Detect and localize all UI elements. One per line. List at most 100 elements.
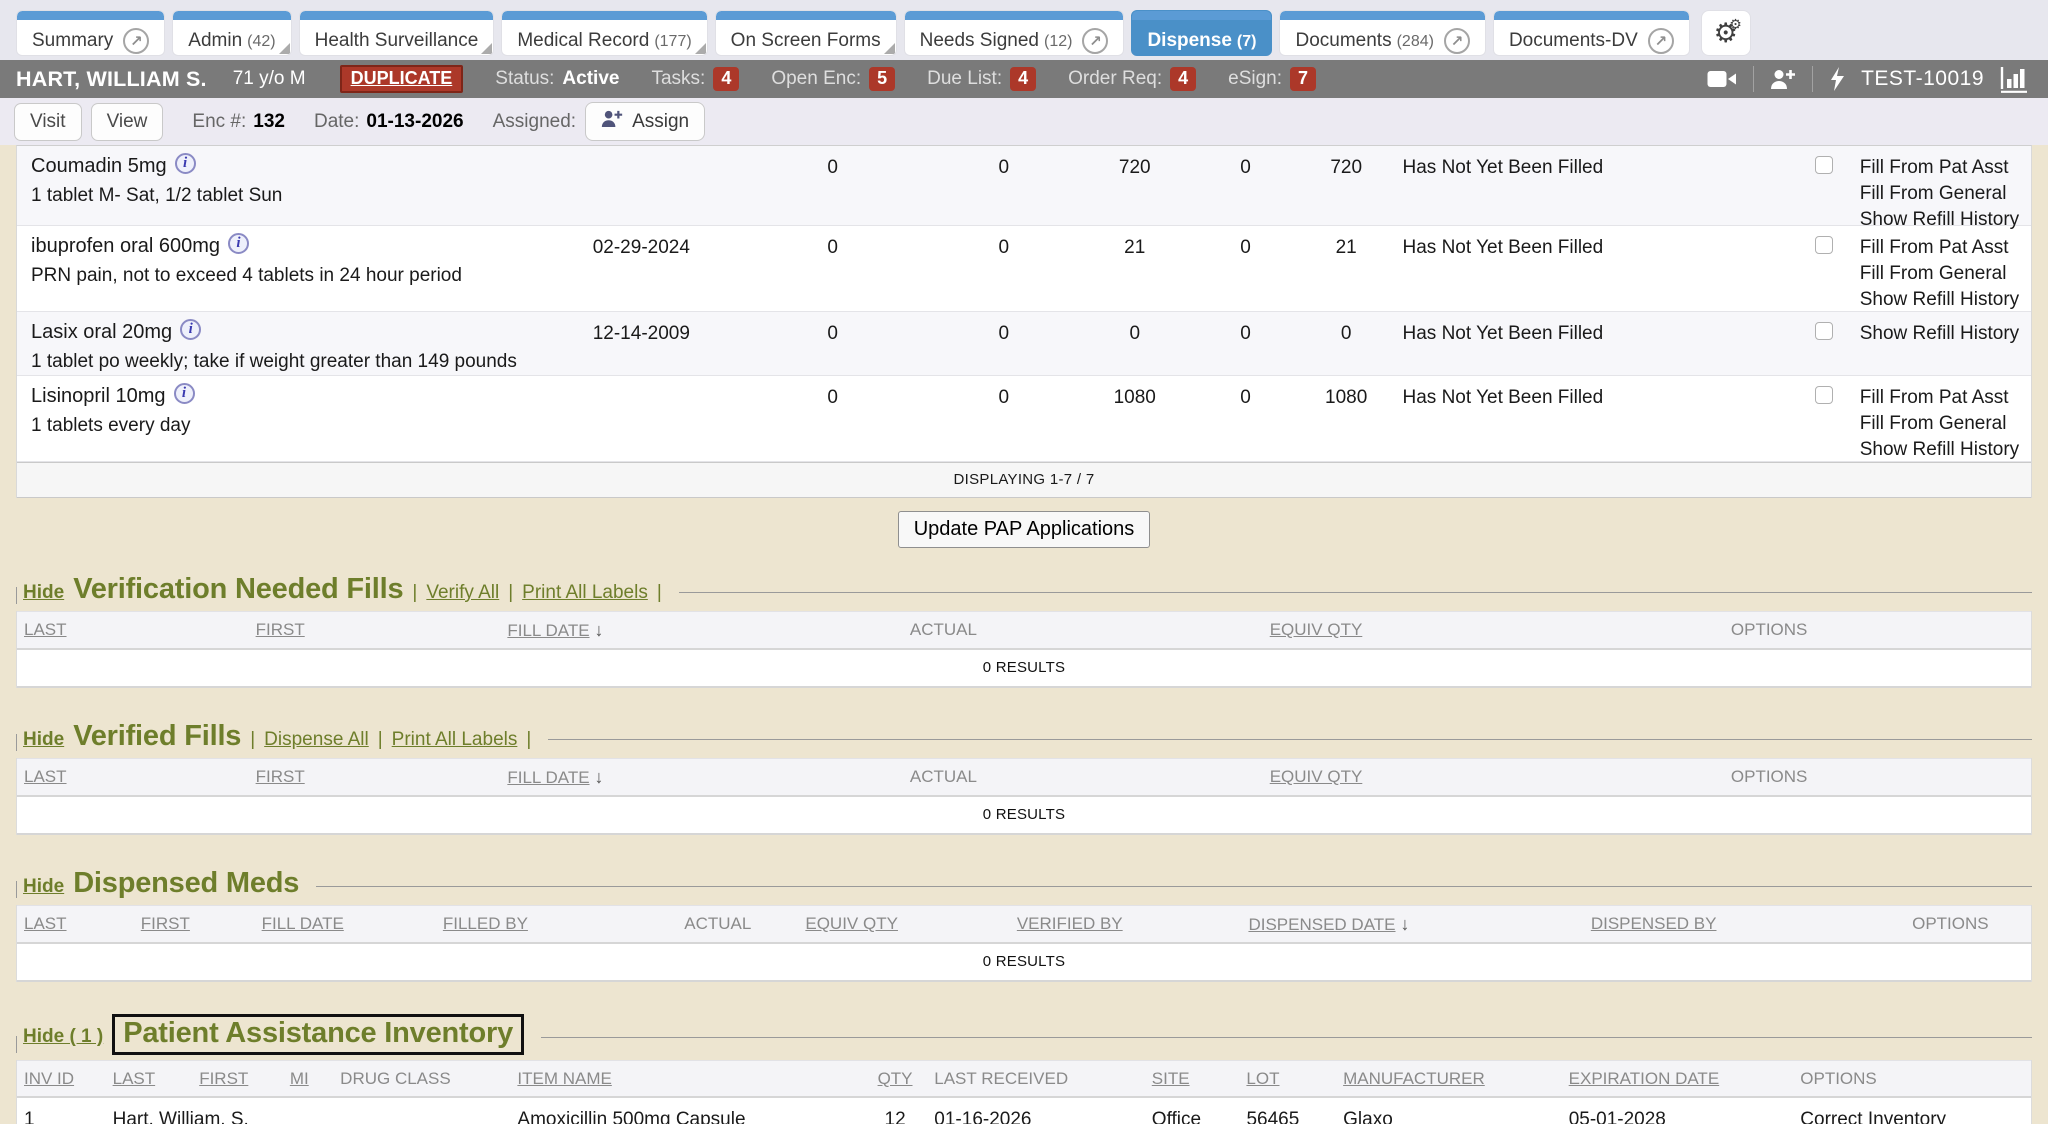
sort-desc-icon: ↓ bbox=[595, 767, 604, 788]
tab-admin[interactable]: Admin (42) bbox=[172, 10, 291, 56]
info-icon[interactable]: i bbox=[174, 383, 195, 404]
patient-assistance-inventory-section: Hide ( 1 ) Patient Assistance Inventory … bbox=[16, 1010, 2032, 1124]
results-count: 0 RESULTS bbox=[17, 944, 2031, 982]
update-pap-applications-button[interactable]: Update PAP Applications bbox=[898, 511, 1151, 548]
tasks-count-badge[interactable]: 4 bbox=[713, 67, 739, 91]
tab-medical-record[interactable]: Medical Record (177) bbox=[501, 10, 707, 56]
column-header[interactable]: LAST bbox=[106, 1069, 193, 1089]
column-header[interactable]: MI bbox=[283, 1069, 333, 1089]
section-rule bbox=[316, 886, 2032, 887]
fill-from-general-link[interactable]: Fill From General bbox=[1860, 411, 2031, 437]
tab-documents[interactable]: Documents (284) ↗ bbox=[1279, 10, 1485, 56]
column-header[interactable]: EQUIV QTY bbox=[1125, 767, 1508, 788]
select-med-checkbox[interactable] bbox=[1815, 236, 1833, 254]
manufacturer-cell: Glaxo bbox=[1336, 1109, 1562, 1124]
select-med-checkbox[interactable] bbox=[1815, 156, 1833, 174]
column-header[interactable]: DISPENSED BY bbox=[1584, 914, 1870, 935]
hide-link[interactable]: Hide ( 1 ) bbox=[23, 1026, 103, 1048]
column-header[interactable]: LAST bbox=[17, 620, 249, 641]
person-add-icon[interactable] bbox=[1770, 68, 1796, 90]
fill-from-general-link[interactable]: Fill From General bbox=[1860, 261, 2031, 287]
verification-needed-fills-section: Hide Verification Needed Fills Verify Al… bbox=[16, 569, 2032, 688]
select-med-checkbox[interactable] bbox=[1815, 386, 1833, 404]
fill-from-pat-asst-link[interactable]: Fill From Pat Asst bbox=[1860, 235, 2031, 261]
tab-on-screen-forms[interactable]: On Screen Forms bbox=[715, 10, 897, 56]
verify-all-link[interactable]: Verify All bbox=[426, 582, 499, 604]
dispense-all-link[interactable]: Dispense All bbox=[264, 729, 369, 751]
info-icon[interactable]: i bbox=[175, 153, 196, 174]
dropdown-fold-icon bbox=[279, 43, 290, 54]
view-button[interactable]: View bbox=[91, 103, 164, 141]
correct-inventory-link[interactable]: Correct Inventory bbox=[1793, 1109, 2031, 1124]
duplicate-badge[interactable]: DUPLICATE bbox=[340, 65, 464, 93]
section-title: Verification Needed Fills bbox=[73, 573, 403, 606]
info-icon[interactable]: i bbox=[228, 233, 249, 254]
hide-link[interactable]: Hide bbox=[23, 729, 64, 751]
column-header: OPTIONS bbox=[1793, 1069, 2031, 1089]
qty-cell: 720 bbox=[1074, 146, 1195, 225]
tab-summary[interactable]: Summary ↗ bbox=[16, 10, 165, 56]
column-header[interactable]: DISPENSED DATE↓ bbox=[1241, 914, 1583, 935]
tab-documents-dv[interactable]: Documents-DV ↗ bbox=[1493, 10, 1690, 56]
column-header[interactable]: FIRST bbox=[249, 620, 501, 641]
lightning-icon[interactable] bbox=[1829, 66, 1845, 92]
open-enc-count-badge[interactable]: 5 bbox=[869, 67, 895, 91]
column-header[interactable]: EQUIV QTY bbox=[1125, 620, 1508, 641]
encounter-number: Enc #: 132 bbox=[192, 111, 285, 133]
video-camera-icon[interactable] bbox=[1707, 69, 1737, 89]
tab-dispense[interactable]: Dispense (7) bbox=[1131, 10, 1272, 56]
column-header[interactable]: FIRST bbox=[249, 767, 501, 788]
fill-from-pat-asst-link[interactable]: Fill From Pat Asst bbox=[1860, 385, 2031, 411]
info-icon[interactable]: i bbox=[180, 319, 201, 340]
assign-button[interactable]: Assign bbox=[585, 102, 705, 141]
column-header[interactable]: FILL DATE↓ bbox=[500, 767, 762, 788]
bar-chart-icon[interactable] bbox=[2000, 66, 2028, 93]
tab-needs-signed[interactable]: Needs Signed (12) ↗ bbox=[904, 10, 1125, 56]
show-refill-history-link[interactable]: Show Refill History bbox=[1860, 287, 2031, 313]
column-header[interactable]: LOT bbox=[1239, 1069, 1336, 1089]
column-header[interactable]: INV ID bbox=[17, 1069, 106, 1089]
qty-cell: 0 bbox=[732, 312, 933, 375]
column-header[interactable]: EQUIV QTY bbox=[798, 914, 1009, 935]
select-med-checkbox[interactable] bbox=[1815, 322, 1833, 340]
settings-button[interactable]: ⚙ ⚙ bbox=[1701, 10, 1751, 56]
column-header[interactable]: FILLED BY bbox=[436, 914, 637, 935]
print-all-labels-link[interactable]: Print All Labels bbox=[392, 729, 518, 751]
column-header[interactable]: QTY bbox=[863, 1069, 927, 1089]
column-header[interactable]: ITEM NAME bbox=[510, 1069, 862, 1089]
hide-link[interactable]: Hide bbox=[23, 876, 64, 898]
esign-count-badge[interactable]: 7 bbox=[1290, 67, 1316, 91]
dropdown-fold-icon bbox=[884, 43, 895, 54]
column-header[interactable]: FILL DATE bbox=[255, 914, 436, 935]
due-list-count-badge[interactable]: 4 bbox=[1010, 67, 1036, 91]
fill-from-pat-asst-link[interactable]: Fill From Pat Asst bbox=[1860, 155, 2031, 181]
column-header[interactable]: MANUFACTURER bbox=[1336, 1069, 1562, 1089]
column-header[interactable]: FILL DATE↓ bbox=[500, 620, 762, 641]
med-name: Lasix oral 20mgi bbox=[31, 321, 551, 344]
show-refill-history-link[interactable]: Show Refill History bbox=[1860, 321, 2031, 347]
verified-fills-section: Hide Verified Fills Dispense All Print A… bbox=[16, 716, 2032, 835]
column-header[interactable]: FIRST bbox=[134, 914, 255, 935]
column-header[interactable]: SITE bbox=[1145, 1069, 1240, 1089]
column-header: ACTUAL bbox=[637, 914, 798, 935]
column-header: OPTIONS bbox=[1507, 620, 2031, 641]
column-header[interactable]: EXPIRATION DATE bbox=[1562, 1069, 1794, 1089]
tab-health-surveillance[interactable]: Health Surveillance bbox=[299, 10, 495, 56]
order-req-count-badge[interactable]: 4 bbox=[1170, 67, 1196, 91]
column-header[interactable]: VERIFIED BY bbox=[1010, 914, 1242, 935]
column-header[interactable]: FIRST bbox=[192, 1069, 283, 1089]
column-header[interactable]: LAST bbox=[17, 767, 249, 788]
qty-cell: 21 bbox=[1296, 226, 1397, 311]
column-header: DRUG CLASS bbox=[333, 1069, 510, 1089]
popup-icon[interactable]: ↗ bbox=[1082, 28, 1108, 54]
column-header[interactable]: LAST bbox=[17, 914, 134, 935]
popup-icon[interactable]: ↗ bbox=[1444, 28, 1470, 54]
show-refill-history-link[interactable]: Show Refill History bbox=[1860, 437, 2031, 463]
hide-link[interactable]: Hide bbox=[23, 582, 64, 604]
popup-icon[interactable]: ↗ bbox=[123, 28, 149, 54]
popup-icon[interactable]: ↗ bbox=[1648, 28, 1674, 54]
fill-from-general-link[interactable]: Fill From General bbox=[1860, 181, 2031, 207]
row-options: Fill From Pat Asst Fill From General Sho… bbox=[1860, 146, 2031, 225]
visit-button[interactable]: Visit bbox=[14, 103, 82, 141]
print-all-labels-link[interactable]: Print All Labels bbox=[522, 582, 648, 604]
